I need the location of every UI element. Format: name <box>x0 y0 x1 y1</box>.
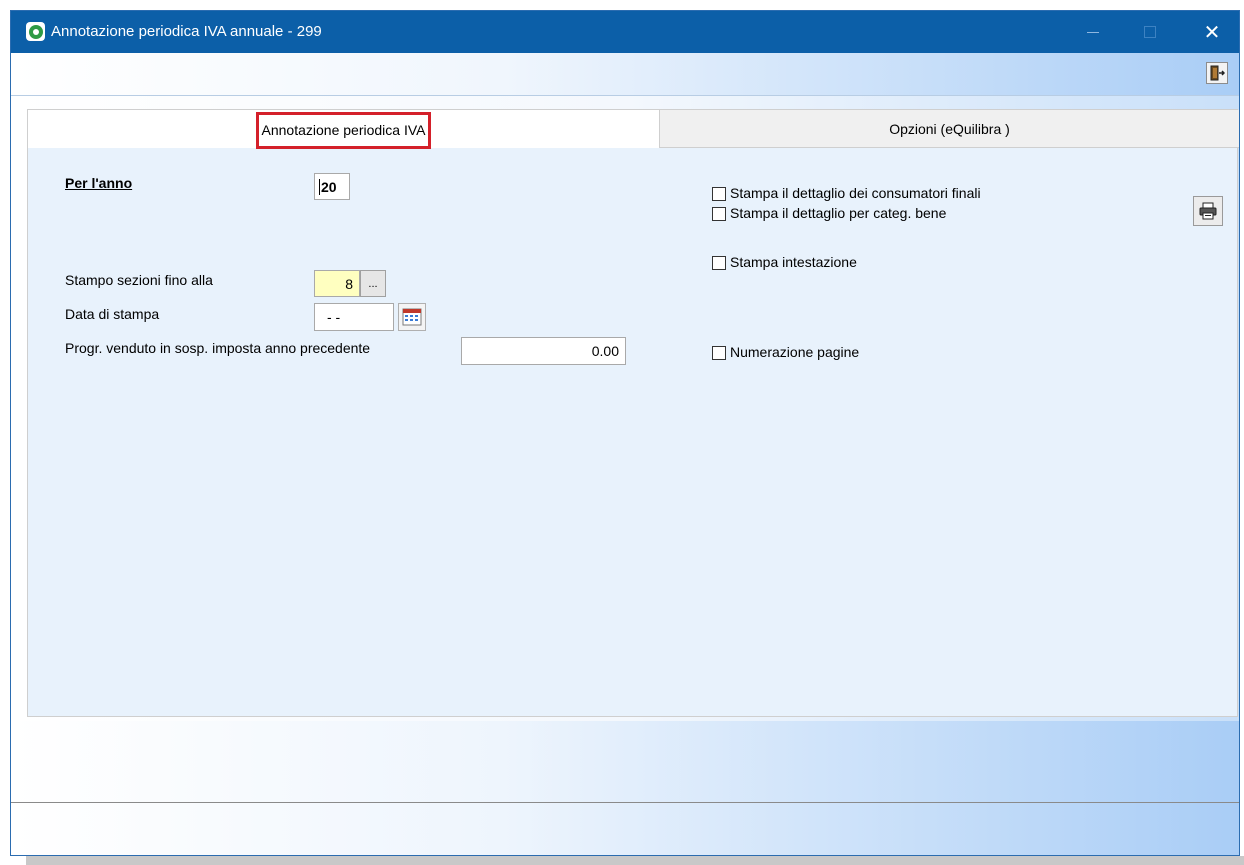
window-shadow <box>26 856 1244 865</box>
bottom-panel <box>11 721 1239 803</box>
progr-value: 0.00 <box>591 343 619 359</box>
anno-input[interactable]: 20 <box>314 173 350 200</box>
exit-button[interactable] <box>1206 62 1228 84</box>
close-button[interactable]: ✕ <box>1189 11 1235 53</box>
window-title: Annotazione periodica IVA annuale - 299 <box>51 23 322 40</box>
tab-annotazione-label: Annotazione periodica IVA <box>261 121 426 138</box>
app-logo-icon <box>26 22 45 41</box>
tab-highlight-box: Annotazione periodica IVA <box>255 111 432 149</box>
intestazione-checkbox[interactable] <box>712 256 726 270</box>
consumatori-checkbox[interactable] <box>712 187 726 201</box>
calendar-button[interactable] <box>398 303 426 331</box>
categ-bene-checkbox[interactable] <box>712 207 726 221</box>
title-bar: Annotazione periodica IVA annuale - 299 … <box>11 11 1239 53</box>
toolbar <box>11 53 1239 96</box>
status-bar <box>11 803 1239 855</box>
anno-value: 20 <box>321 178 337 195</box>
printer-icon <box>1199 202 1217 220</box>
stampo-label: Stampo sezioni fino alla <box>65 272 213 288</box>
minimize-button[interactable] <box>1070 11 1116 53</box>
progr-label: Progr. venduto in sosp. imposta anno pre… <box>65 340 371 356</box>
anno-label: Per l'anno <box>65 175 133 191</box>
tab-annotazione[interactable]: Annotazione periodica IVA <box>28 110 659 149</box>
progr-input[interactable]: 0.00 <box>461 337 626 365</box>
stampo-value: 8 <box>345 275 353 292</box>
content-area: Annotazione periodica IVA Opzioni (eQuil… <box>11 96 1239 721</box>
stampo-browse-button[interactable]: ... <box>360 270 386 297</box>
categ-bene-label: Stampa il dettaglio per categ. bene <box>730 205 947 221</box>
intestazione-label: Stampa intestazione <box>730 254 857 270</box>
maximize-button[interactable] <box>1127 11 1173 53</box>
data-stampa-label: Data di stampa <box>65 306 160 322</box>
numerazione-checkbox[interactable] <box>712 346 726 360</box>
numerazione-label: Numerazione pagine <box>730 344 860 360</box>
main-window: Annotazione periodica IVA annuale - 299 … <box>10 10 1240 856</box>
stampo-input[interactable]: 8 <box>314 270 360 297</box>
tab-opzioni[interactable]: Opzioni (eQuilibra ) <box>659 110 1239 148</box>
calendar-icon <box>402 308 422 326</box>
data-stampa-input[interactable]: - - <box>314 303 394 331</box>
exit-door-icon <box>1210 65 1225 81</box>
tab-panel: Annotazione periodica IVA Opzioni (eQuil… <box>27 109 1239 717</box>
text-caret <box>319 178 320 195</box>
consumatori-label: Stampa il dettaglio dei consumatori fina… <box>730 185 981 201</box>
tab-opzioni-label: Opzioni (eQuilibra ) <box>889 120 1010 137</box>
print-button[interactable] <box>1193 196 1223 226</box>
data-stampa-value: - - <box>327 309 341 325</box>
